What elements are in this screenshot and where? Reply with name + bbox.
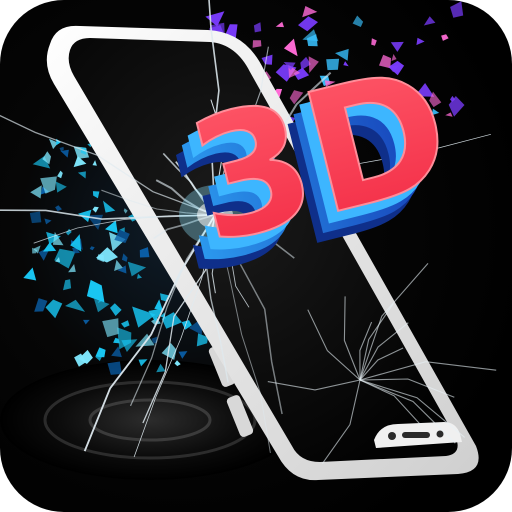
3d-wallpaper-icon: 3D 3D 3D 3D [0, 0, 512, 512]
phone-speaker [402, 432, 430, 438]
phone-camera [388, 432, 396, 440]
app-icon: 3D 3D 3D 3D [0, 0, 512, 512]
